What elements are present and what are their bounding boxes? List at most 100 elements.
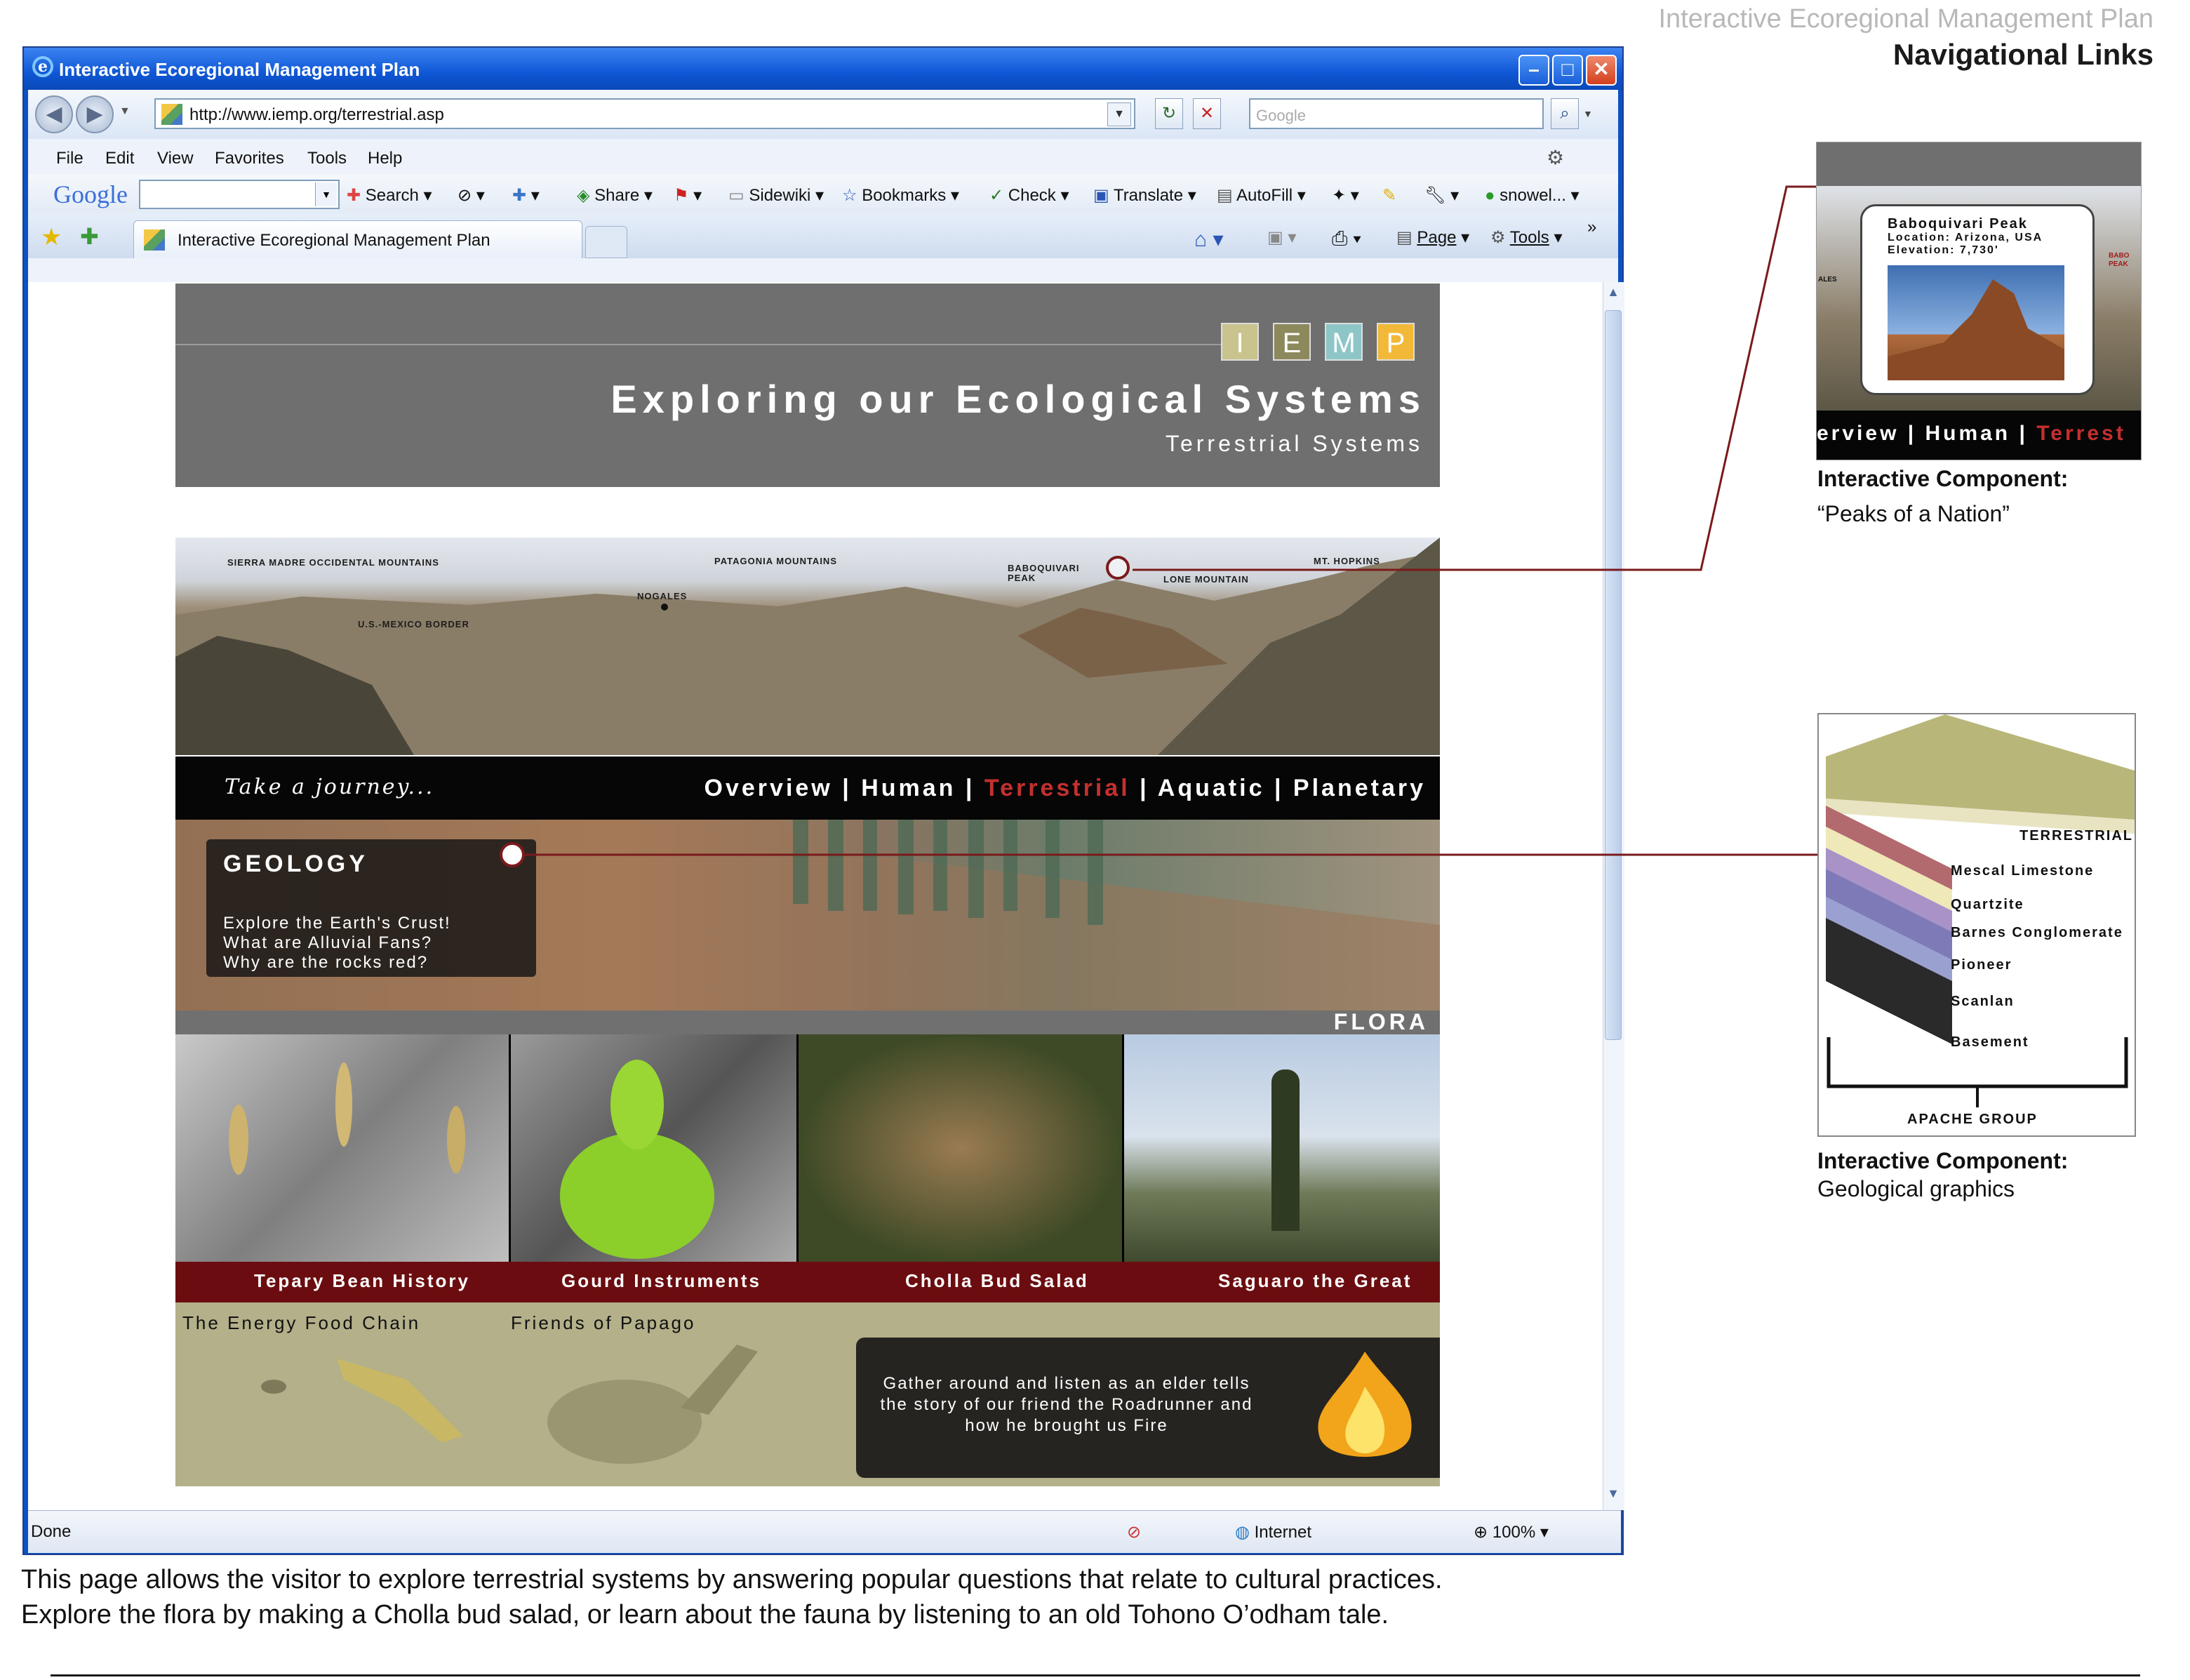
document-title: Interactive Ecoregional Management Plan	[1658, 4, 2154, 34]
search-input[interactable]: Google	[1249, 98, 1544, 129]
menu-edit[interactable]: Edit	[105, 149, 134, 168]
label-nogales: NOGALES	[637, 591, 688, 601]
nav-planetary[interactable]: Planetary	[1293, 775, 1426, 801]
site-nav: Take a journey... Overview | Human | Ter…	[175, 756, 1440, 820]
highlighter-icon[interactable]: ✎	[1382, 185, 1396, 206]
menu-favorites[interactable]: Favorites	[215, 149, 284, 168]
nav-human[interactable]: Human	[861, 775, 956, 801]
spam-icon[interactable]: ⚑ ▾	[674, 185, 702, 206]
bookmarks-button[interactable]: ☆ Bookmarks ▾	[842, 185, 959, 206]
site-title: Exploring our Ecological Systems	[610, 377, 1426, 421]
menu-file[interactable]: File	[56, 149, 84, 168]
photo-tepary-bean[interactable]	[175, 1034, 511, 1262]
geo-component-desc: Geological graphics	[1817, 1176, 2015, 1201]
flora-bar: FLORA	[175, 1009, 1440, 1034]
search-button[interactable]: ⌕	[1551, 98, 1579, 129]
layer-pioneer: Pioneer	[1951, 957, 2012, 973]
tab-active[interactable]: Interactive Ecoregional Management Plan	[133, 220, 582, 258]
geology-hotspot[interactable]	[500, 842, 525, 867]
geology-line-3: Why are the rocks red?	[223, 953, 429, 972]
favorites-star-icon[interactable]: ★	[41, 223, 62, 251]
wand-icon[interactable]: ✦ ▾	[1332, 185, 1359, 206]
security-icon[interactable]: ⊘	[1127, 1522, 1141, 1542]
nav-aquatic[interactable]: Aquatic	[1158, 775, 1265, 801]
photo-cholla-bud[interactable]	[799, 1034, 1124, 1262]
geology-component-preview: TERRESTRIAL Mescal Limestone Quartzite B…	[1817, 713, 2136, 1137]
new-tab-button[interactable]	[585, 226, 627, 258]
geology-line-1: Explore the Earth's Crust!	[223, 914, 451, 933]
scroll-thumb[interactable]	[1605, 310, 1622, 1040]
tools-menu-button[interactable]: ⚙ Tools ▾	[1490, 227, 1563, 248]
zoom-control[interactable]: ⊕ 100% ▾	[1474, 1522, 1549, 1542]
print-icon[interactable]: ⎙ ▾	[1332, 227, 1361, 251]
translate-icon[interactable]: ⚙	[1547, 146, 1564, 169]
friends-papago-link[interactable]: Friends of Papago	[511, 1312, 695, 1334]
photo-gourd[interactable]	[511, 1034, 799, 1262]
geology-title: GEOLOGY	[223, 851, 368, 877]
minimize-button[interactable]: –	[1518, 55, 1549, 86]
maximize-button[interactable]: □	[1552, 55, 1583, 86]
close-button[interactable]: ✕	[1586, 55, 1617, 86]
share-button[interactable]: ◈ Share ▾	[577, 185, 653, 206]
forward-button[interactable]: ▶	[76, 95, 114, 133]
geology-panel[interactable]: GEOLOGY Explore the Earth's Crust! What …	[206, 839, 536, 977]
history-dropdown-icon[interactable]: ▼	[119, 105, 131, 118]
layer-basement: Basement	[1951, 1034, 2029, 1050]
photo-saguaro[interactable]	[1124, 1034, 1440, 1262]
menu-tools[interactable]: Tools	[307, 149, 347, 168]
layer-quartzite: Quartzite	[1951, 897, 2024, 912]
wrench-icon[interactable]: 🔧︎ ▾	[1424, 185, 1459, 206]
preview-side-right-1: BABO	[2109, 252, 2130, 260]
home-icon[interactable]: ⌂ ▾	[1194, 227, 1224, 252]
account-button[interactable]: ● snowel... ▾	[1485, 185, 1580, 206]
energy-food-chain-link[interactable]: The Energy Food Chain	[182, 1312, 420, 1334]
popup-blocker-icon[interactable]: ⊘ ▾	[458, 185, 485, 206]
google-dropdown-icon[interactable]: ▼	[315, 182, 337, 206]
menu-view[interactable]: View	[157, 149, 194, 168]
site-banner: I E M P Exploring our Ecological Systems…	[175, 284, 1440, 487]
refresh-button[interactable]: ↻	[1155, 98, 1183, 129]
address-input[interactable]: http://www.iemp.org/terrestrial.asp ▼	[154, 98, 1135, 129]
vertical-scrollbar[interactable]: ▲ ▼	[1603, 282, 1624, 1510]
flora-cholla-link[interactable]: Cholla Bud Salad	[905, 1270, 1089, 1292]
add-favorite-icon[interactable]: ✚	[80, 223, 99, 250]
magnifier-icon: ⌕	[1560, 104, 1570, 123]
address-dropdown-icon[interactable]: ▼	[1107, 102, 1131, 126]
spell-check-button[interactable]: ✓ Check ▾	[989, 185, 1069, 206]
scroll-up-icon[interactable]: ▲	[1605, 285, 1622, 306]
tab-favicon-icon	[144, 229, 165, 251]
google-search-input[interactable]: ▼	[139, 180, 340, 209]
search-options-icon[interactable]: ▼	[1583, 108, 1593, 119]
status-text: Done	[31, 1522, 72, 1541]
scroll-down-icon[interactable]: ▼	[1605, 1486, 1622, 1507]
refresh-icon: ↻	[1161, 104, 1177, 123]
plus-icon[interactable]: ✚ ▾	[512, 185, 540, 206]
globe-icon: ◍	[1235, 1523, 1250, 1542]
page-menu-button[interactable]: ▤ Page ▾	[1396, 227, 1469, 248]
baboquivari-hotspot[interactable]	[1106, 556, 1130, 580]
nav-terrestrial[interactable]: Terrestrial	[984, 775, 1130, 801]
logo-letter-m: M	[1325, 323, 1363, 361]
flora-saguaro-link[interactable]: Saguaro the Great	[1218, 1270, 1412, 1292]
flora-tepary-link[interactable]: Tepary Bean History	[254, 1270, 470, 1292]
story-panel[interactable]: Gather around and listen as an elder tel…	[856, 1338, 1440, 1478]
take-journey-text: Take a journey...	[225, 775, 435, 799]
back-button[interactable]: ◀	[35, 95, 73, 133]
banner-rule	[175, 344, 1228, 345]
translate-button[interactable]: ▣ Translate ▾	[1093, 185, 1196, 206]
fire-icon	[1318, 1352, 1412, 1457]
menu-help[interactable]: Help	[368, 149, 402, 168]
sidewiki-button[interactable]: ▭ Sidewiki ▾	[728, 185, 824, 206]
autofill-button[interactable]: ▤ AutoFill ▾	[1217, 185, 1306, 206]
feeds-icon[interactable]: ▣ ▾	[1267, 227, 1296, 248]
star-outline-icon: ☆	[842, 186, 857, 205]
gear-icon: ⚙	[1490, 228, 1506, 247]
google-search-button[interactable]: ✚ Search ▾	[347, 185, 432, 206]
nav-overview[interactable]: Overview	[705, 775, 833, 801]
flora-gourd-link[interactable]: Gourd Instruments	[561, 1270, 761, 1292]
logo-letter-e: E	[1273, 323, 1311, 361]
zone-indicator[interactable]: ◍ Internet	[1235, 1522, 1311, 1542]
stop-button[interactable]: ✕	[1193, 98, 1221, 129]
panorama-mountains	[175, 538, 1440, 755]
chevron-more-icon[interactable]: »	[1587, 218, 1596, 237]
